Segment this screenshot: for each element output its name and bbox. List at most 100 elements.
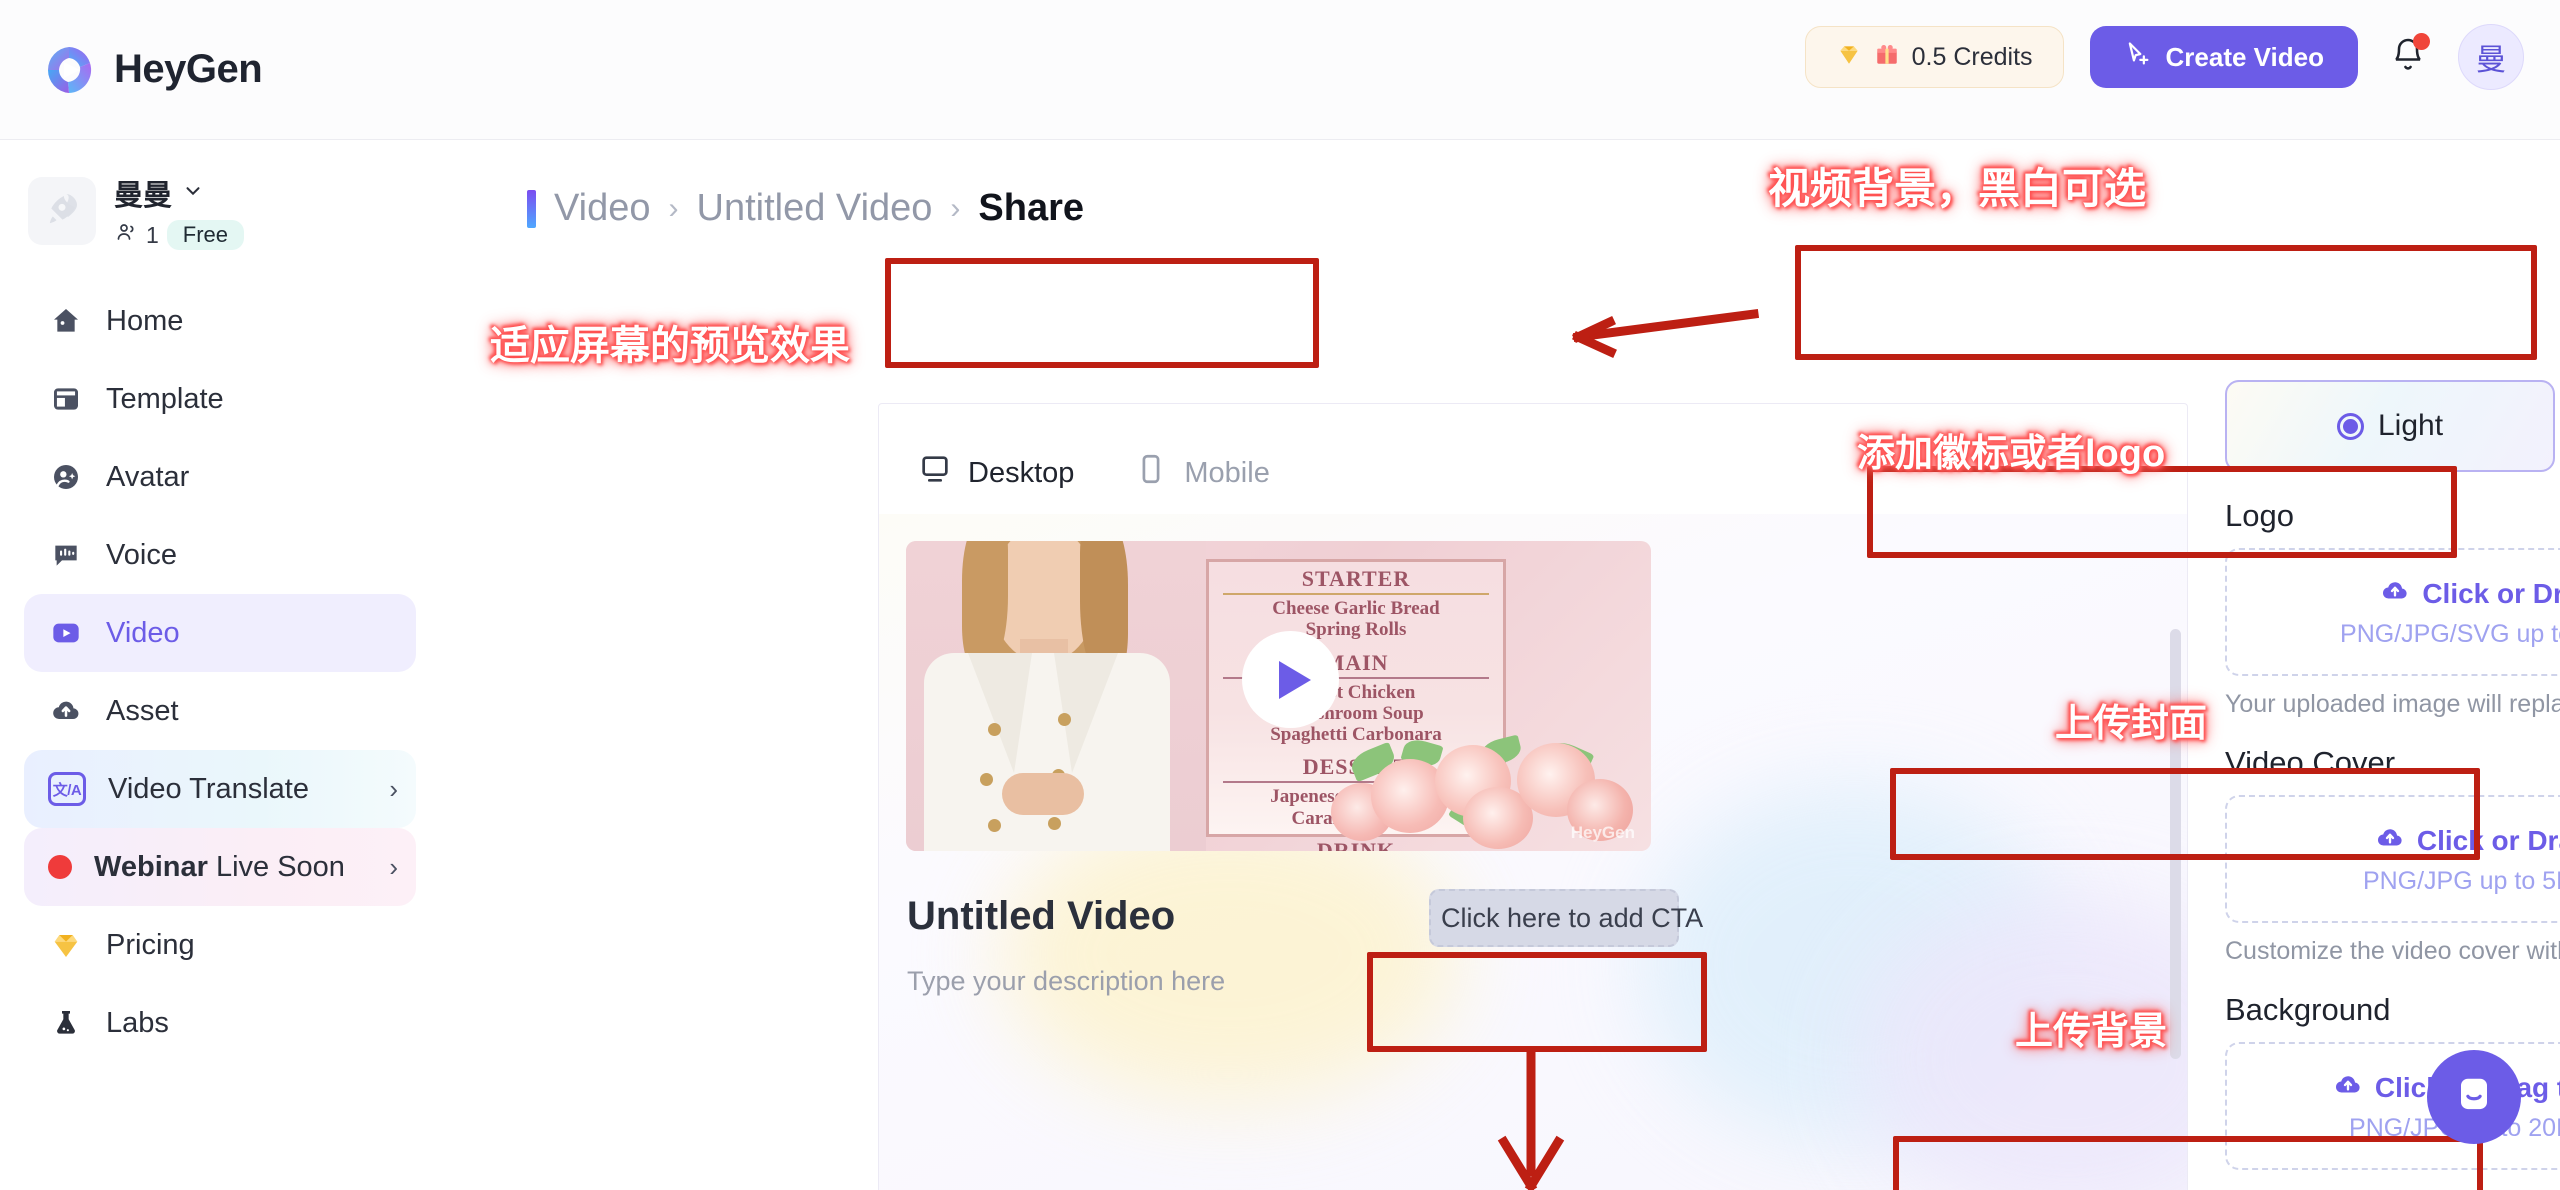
logo-section-note: Your uploaded image will replace the Hey… <box>2225 690 2560 718</box>
phone-icon <box>1134 452 1168 494</box>
preview-body: STARTER Cheese Garlic Bread Spring Rolls… <box>879 514 2187 1190</box>
cover-section-title: Video Cover <box>2225 745 2396 780</box>
breadcrumb: Video › Untitled Video › Share <box>527 187 1084 230</box>
sidebar-item-label: Avatar <box>106 460 190 493</box>
sidebar-item-home[interactable]: Home <box>24 282 416 360</box>
diamond-icon <box>1836 41 1862 74</box>
theme-option-light[interactable]: Light <box>2225 380 2555 472</box>
workspace-members-row: 1 Free <box>114 220 245 250</box>
sidebar-item-video[interactable]: Video <box>24 594 416 672</box>
sidebar-item-label: Home <box>106 304 184 337</box>
sidebar-item-label: Voice <box>106 538 177 571</box>
credits-label: 0.5 Credits <box>1911 42 2033 71</box>
video-icon <box>48 615 84 651</box>
preview-scrollbar[interactable] <box>2170 629 2181 1059</box>
webinar-title: Webinar <box>94 850 208 883</box>
cover-section-note: Customize the video cover with the image… <box>2225 937 2560 965</box>
notification-badge-dot <box>2413 33 2430 50</box>
device-option-mobile[interactable]: Mobile <box>1134 452 1270 494</box>
video-description-placeholder[interactable]: Type your description here <box>907 966 1225 997</box>
sidebar: 曼曼 1 Free Home Template Avatar Voice Vid… <box>0 140 440 1190</box>
video-title: Untitled Video <box>907 894 1176 938</box>
cover-upload-dropzone[interactable]: Click or Drag to Upload Cover PNG/JPG up… <box>2225 795 2560 923</box>
breadcrumb-accent-bar <box>527 189 536 228</box>
rocket-icon <box>42 189 82 234</box>
header-actions: 0.5 Credits Create Video 曼 <box>1804 24 2524 90</box>
blazer-button <box>988 723 1001 736</box>
flask-icon <box>48 1005 84 1041</box>
logo-upload-dropzone[interactable]: Click or Drag to Upload Logo PNG/JPG/SVG… <box>2225 548 2560 676</box>
device-preview-toggle: Desktop Mobile <box>892 440 1296 506</box>
brand-name: HeyGen <box>114 47 263 91</box>
app-header: HeyGen 0.5 Credits Create Video 曼 <box>0 0 2560 140</box>
theme-option-label: Light <box>2377 409 2444 442</box>
chevron-down-icon[interactable] <box>182 177 204 210</box>
workspace-meta: 曼曼 1 Free <box>114 172 245 250</box>
blazer-button <box>1058 713 1071 726</box>
workspace-member-count: 1 <box>146 221 159 248</box>
app-root: HeyGen 0.5 Credits Create Video 曼 曼曼 1 F… <box>0 0 2560 1190</box>
sidebar-item-template[interactable]: Template <box>24 360 416 438</box>
credits-pill[interactable]: 0.5 Credits <box>1804 26 2064 88</box>
main-content: Video › Untitled Video › Share STARTER C… <box>440 140 2560 1190</box>
brand-logo-area[interactable]: HeyGen <box>40 41 263 99</box>
live-dot-icon <box>48 855 72 879</box>
logo-upload-main-label: Click or Drag to Upload Logo <box>2422 578 2560 609</box>
sidebar-item-pricing[interactable]: Pricing <box>24 906 416 984</box>
cloud-upload-icon <box>2333 1070 2363 1107</box>
webinar-status: Live Soon <box>215 850 345 883</box>
presenter-image <box>906 541 1206 851</box>
background-section-title: Background <box>2225 992 2391 1027</box>
play-icon <box>1278 660 1311 699</box>
sidebar-item-labs[interactable]: Labs <box>24 984 416 1062</box>
template-icon <box>48 381 84 417</box>
sidebar-item-video-translate[interactable]: 文/A Video Translate › <box>24 750 416 828</box>
device-option-label: Desktop <box>968 456 1075 489</box>
cloud-upload-icon <box>48 693 84 729</box>
logo-section-header: Logo Reset <box>2225 498 2560 534</box>
blazer-button <box>1048 817 1061 830</box>
play-button[interactable] <box>1242 631 1339 728</box>
menu-rule <box>1223 593 1489 595</box>
presenter-lapel-left <box>968 653 1032 773</box>
user-avatar[interactable]: 曼 <box>2458 24 2524 90</box>
share-preview-panel: STARTER Cheese Garlic Bread Spring Rolls… <box>878 403 2188 1190</box>
workspace-title-row: 曼曼 <box>114 172 244 214</box>
breadcrumb-current: Share <box>978 187 1085 229</box>
video-thumbnail[interactable]: STARTER Cheese Garlic Bread Spring Rolls… <box>906 541 1651 851</box>
device-option-desktop[interactable]: Desktop <box>918 452 1074 494</box>
sidebar-item-webinar[interactable]: Webinar Live Soon › <box>24 828 416 906</box>
sidebar-item-label: Template <box>106 382 224 415</box>
background-section-header: Background Reset <box>2225 992 2560 1028</box>
sidebar-item-label: Video <box>106 616 180 649</box>
cover-section-header: Video Cover Reset <box>2225 745 2560 781</box>
voice-icon <box>48 537 84 573</box>
breadcrumb-separator: › <box>950 191 961 225</box>
cursor-plus-icon <box>2124 40 2152 75</box>
sidebar-item-label: Labs <box>106 1006 169 1039</box>
workspace-switcher[interactable]: 曼曼 1 Free <box>0 162 440 260</box>
menu-section-heading: STARTER <box>1301 566 1411 591</box>
notifications-button[interactable] <box>2384 33 2432 81</box>
cover-upload-hint: PNG/JPG up to 5MB, minimal 640*320 px <box>2362 866 2560 895</box>
breadcrumb-video-name[interactable]: Untitled Video <box>697 187 933 230</box>
sidebar-item-avatar[interactable]: Avatar <box>24 438 416 516</box>
breadcrumb-root[interactable]: Video <box>554 187 651 230</box>
avatar-initial: 曼 <box>2476 44 2506 77</box>
translate-icon: 文/A <box>48 772 86 806</box>
chat-support-button[interactable] <box>2427 1050 2521 1144</box>
device-option-label: Mobile <box>1184 456 1270 489</box>
sidebar-item-asset[interactable]: Asset <box>24 672 416 750</box>
sidebar-item-label: Pricing <box>106 928 195 961</box>
roses-decoration: HeyGen <box>1331 731 1651 851</box>
workspace-name: 曼曼 <box>114 180 173 212</box>
create-video-label: Create Video <box>2165 41 2324 72</box>
sidebar-item-voice[interactable]: Voice <box>24 516 416 594</box>
logo-upload-main-row: Click or Drag to Upload Logo <box>2380 576 2560 613</box>
users-icon <box>114 220 138 250</box>
sidebar-nav: Home Template Avatar Voice Video Asset 文… <box>0 282 440 1062</box>
add-cta-placeholder[interactable]: Click here to add CTA <box>1429 889 1703 947</box>
blazer-button <box>980 773 993 786</box>
breadcrumb-separator: › <box>668 191 679 225</box>
create-video-button[interactable]: Create Video <box>2089 26 2358 88</box>
